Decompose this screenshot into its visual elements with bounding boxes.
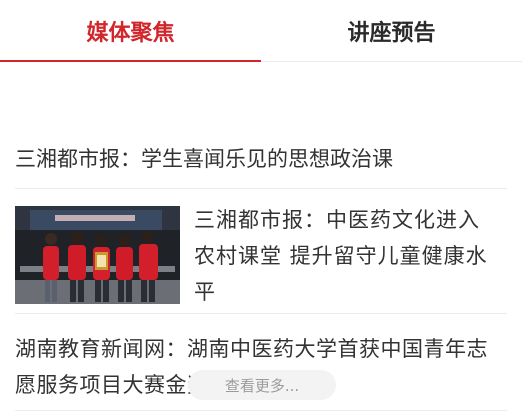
view-more-button[interactable]: 查看更多... — [188, 370, 336, 400]
news-thumbnail — [15, 206, 180, 304]
news-item[interactable]: 三湘都市报：学生喜闻乐见的思想政治课 — [15, 124, 507, 189]
tab-media-focus-label: 媒体聚焦 — [86, 20, 175, 46]
news-title: 三湘都市报：学生喜闻乐见的思想政治课 — [15, 147, 393, 171]
tab-lecture-preview-label: 讲座预告 — [347, 20, 436, 46]
view-more-label: 查看更多... — [224, 376, 300, 395]
tab-lecture-preview[interactable]: 讲座预告 — [261, 0, 522, 61]
active-tab-indicator — [0, 60, 261, 62]
tab-bar: 媒体聚焦 讲座预告 — [0, 0, 522, 62]
news-item[interactable]: 三湘都市报：中医药文化进入农村课堂 提升留守儿童健康水平 — [15, 189, 507, 314]
tab-media-focus[interactable]: 媒体聚焦 — [0, 0, 261, 61]
news-title: 三湘都市报：中医药文化进入农村课堂 提升留守儿童健康水平 — [194, 208, 488, 304]
group-photo-image — [15, 206, 180, 304]
